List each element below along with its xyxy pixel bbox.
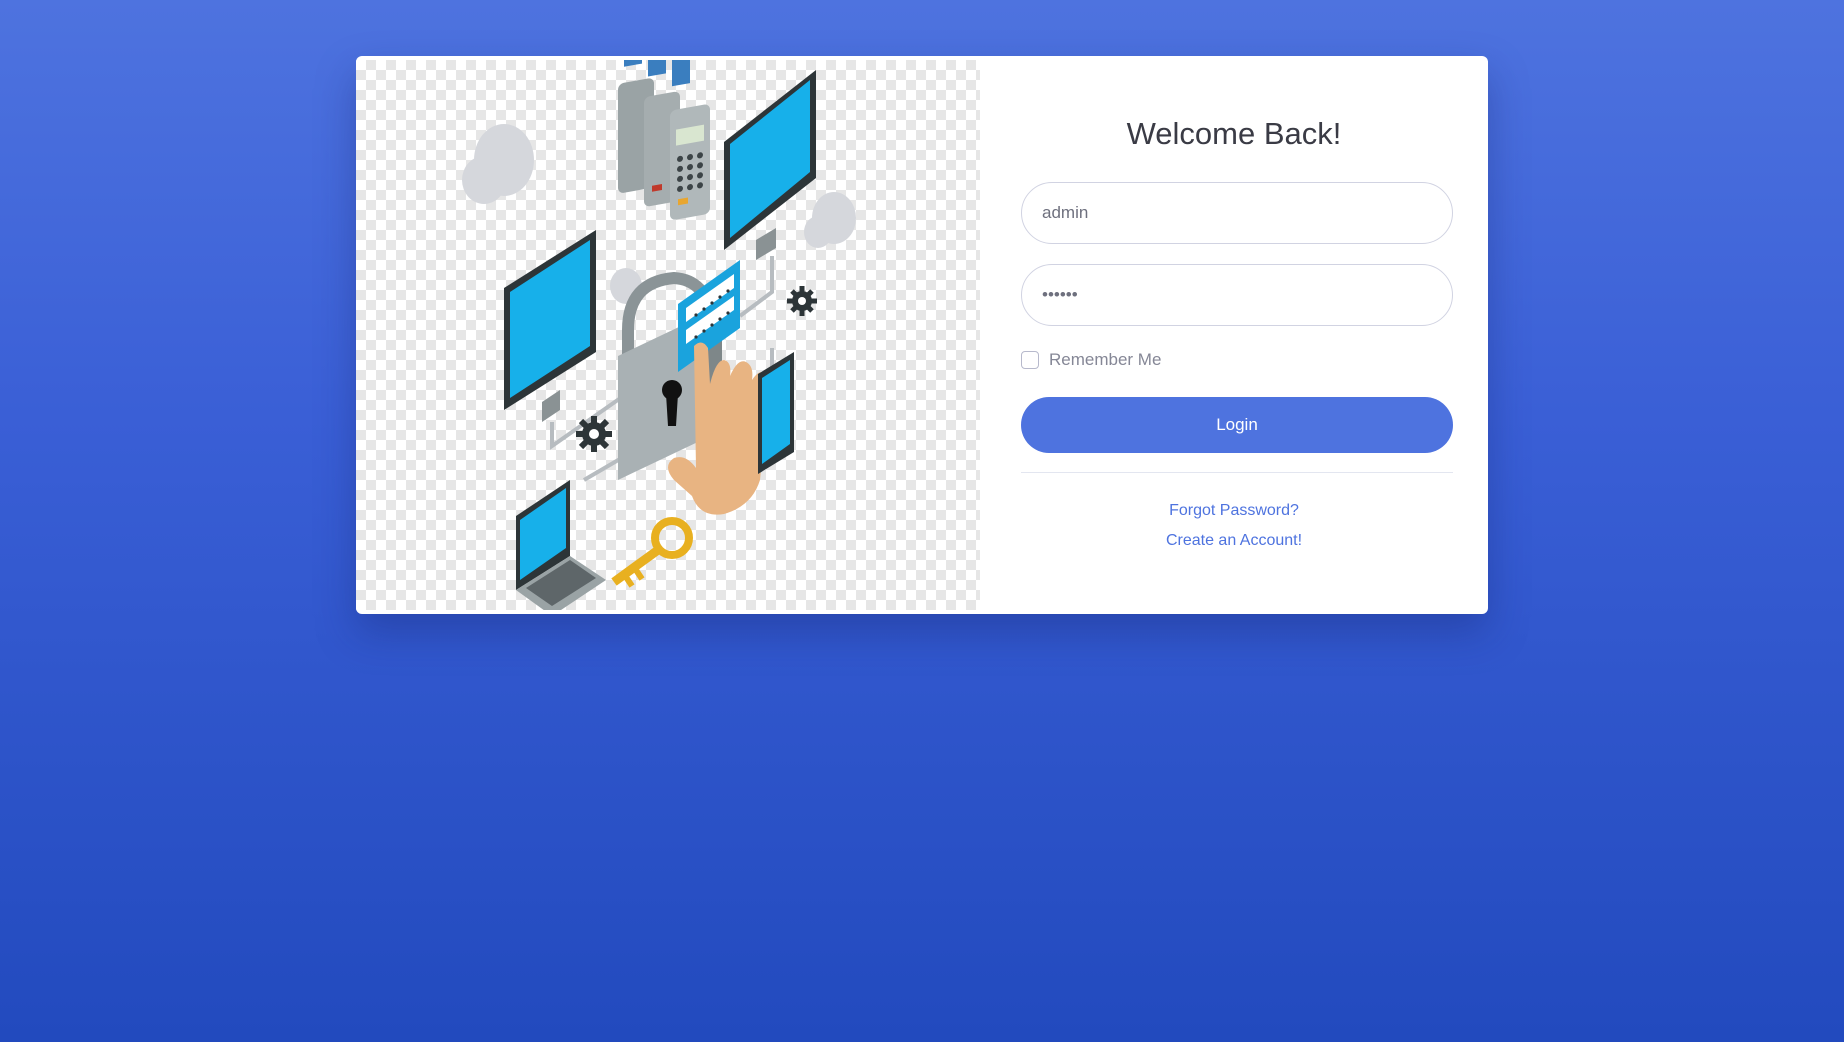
tablet-icon (758, 352, 794, 474)
login-button[interactable]: Login (1021, 397, 1453, 453)
monitor-icon (724, 70, 816, 260)
create-account-link[interactable]: Create an Account! (980, 532, 1488, 550)
login-card: Welcome Back! Remember Me Login Forgot P… (356, 56, 1488, 614)
remember-me[interactable]: Remember Me (1021, 350, 1161, 370)
cloud-icon (462, 124, 534, 204)
gear-icon (576, 416, 612, 452)
security-illustration (356, 60, 980, 610)
payment-terminal-icon (618, 60, 710, 220)
divider (1021, 472, 1453, 473)
forgot-password-link[interactable]: Forgot Password? (980, 502, 1488, 520)
username-input[interactable] (1022, 183, 1452, 243)
password-input[interactable] (1022, 265, 1452, 325)
laptop-icon (516, 480, 606, 610)
remember-me-checkbox[interactable] (1021, 351, 1039, 369)
remember-me-label: Remember Me (1049, 350, 1162, 369)
key-icon (611, 517, 693, 588)
login-form: Welcome Back! Remember Me Login Forgot P… (980, 56, 1488, 614)
monitor-icon (504, 230, 596, 422)
cloud-icon (804, 192, 856, 248)
gear-icon (787, 286, 817, 316)
page-title: Welcome Back! (1126, 116, 1342, 151)
password-field[interactable] (1021, 264, 1453, 326)
username-field[interactable] (1021, 182, 1453, 244)
